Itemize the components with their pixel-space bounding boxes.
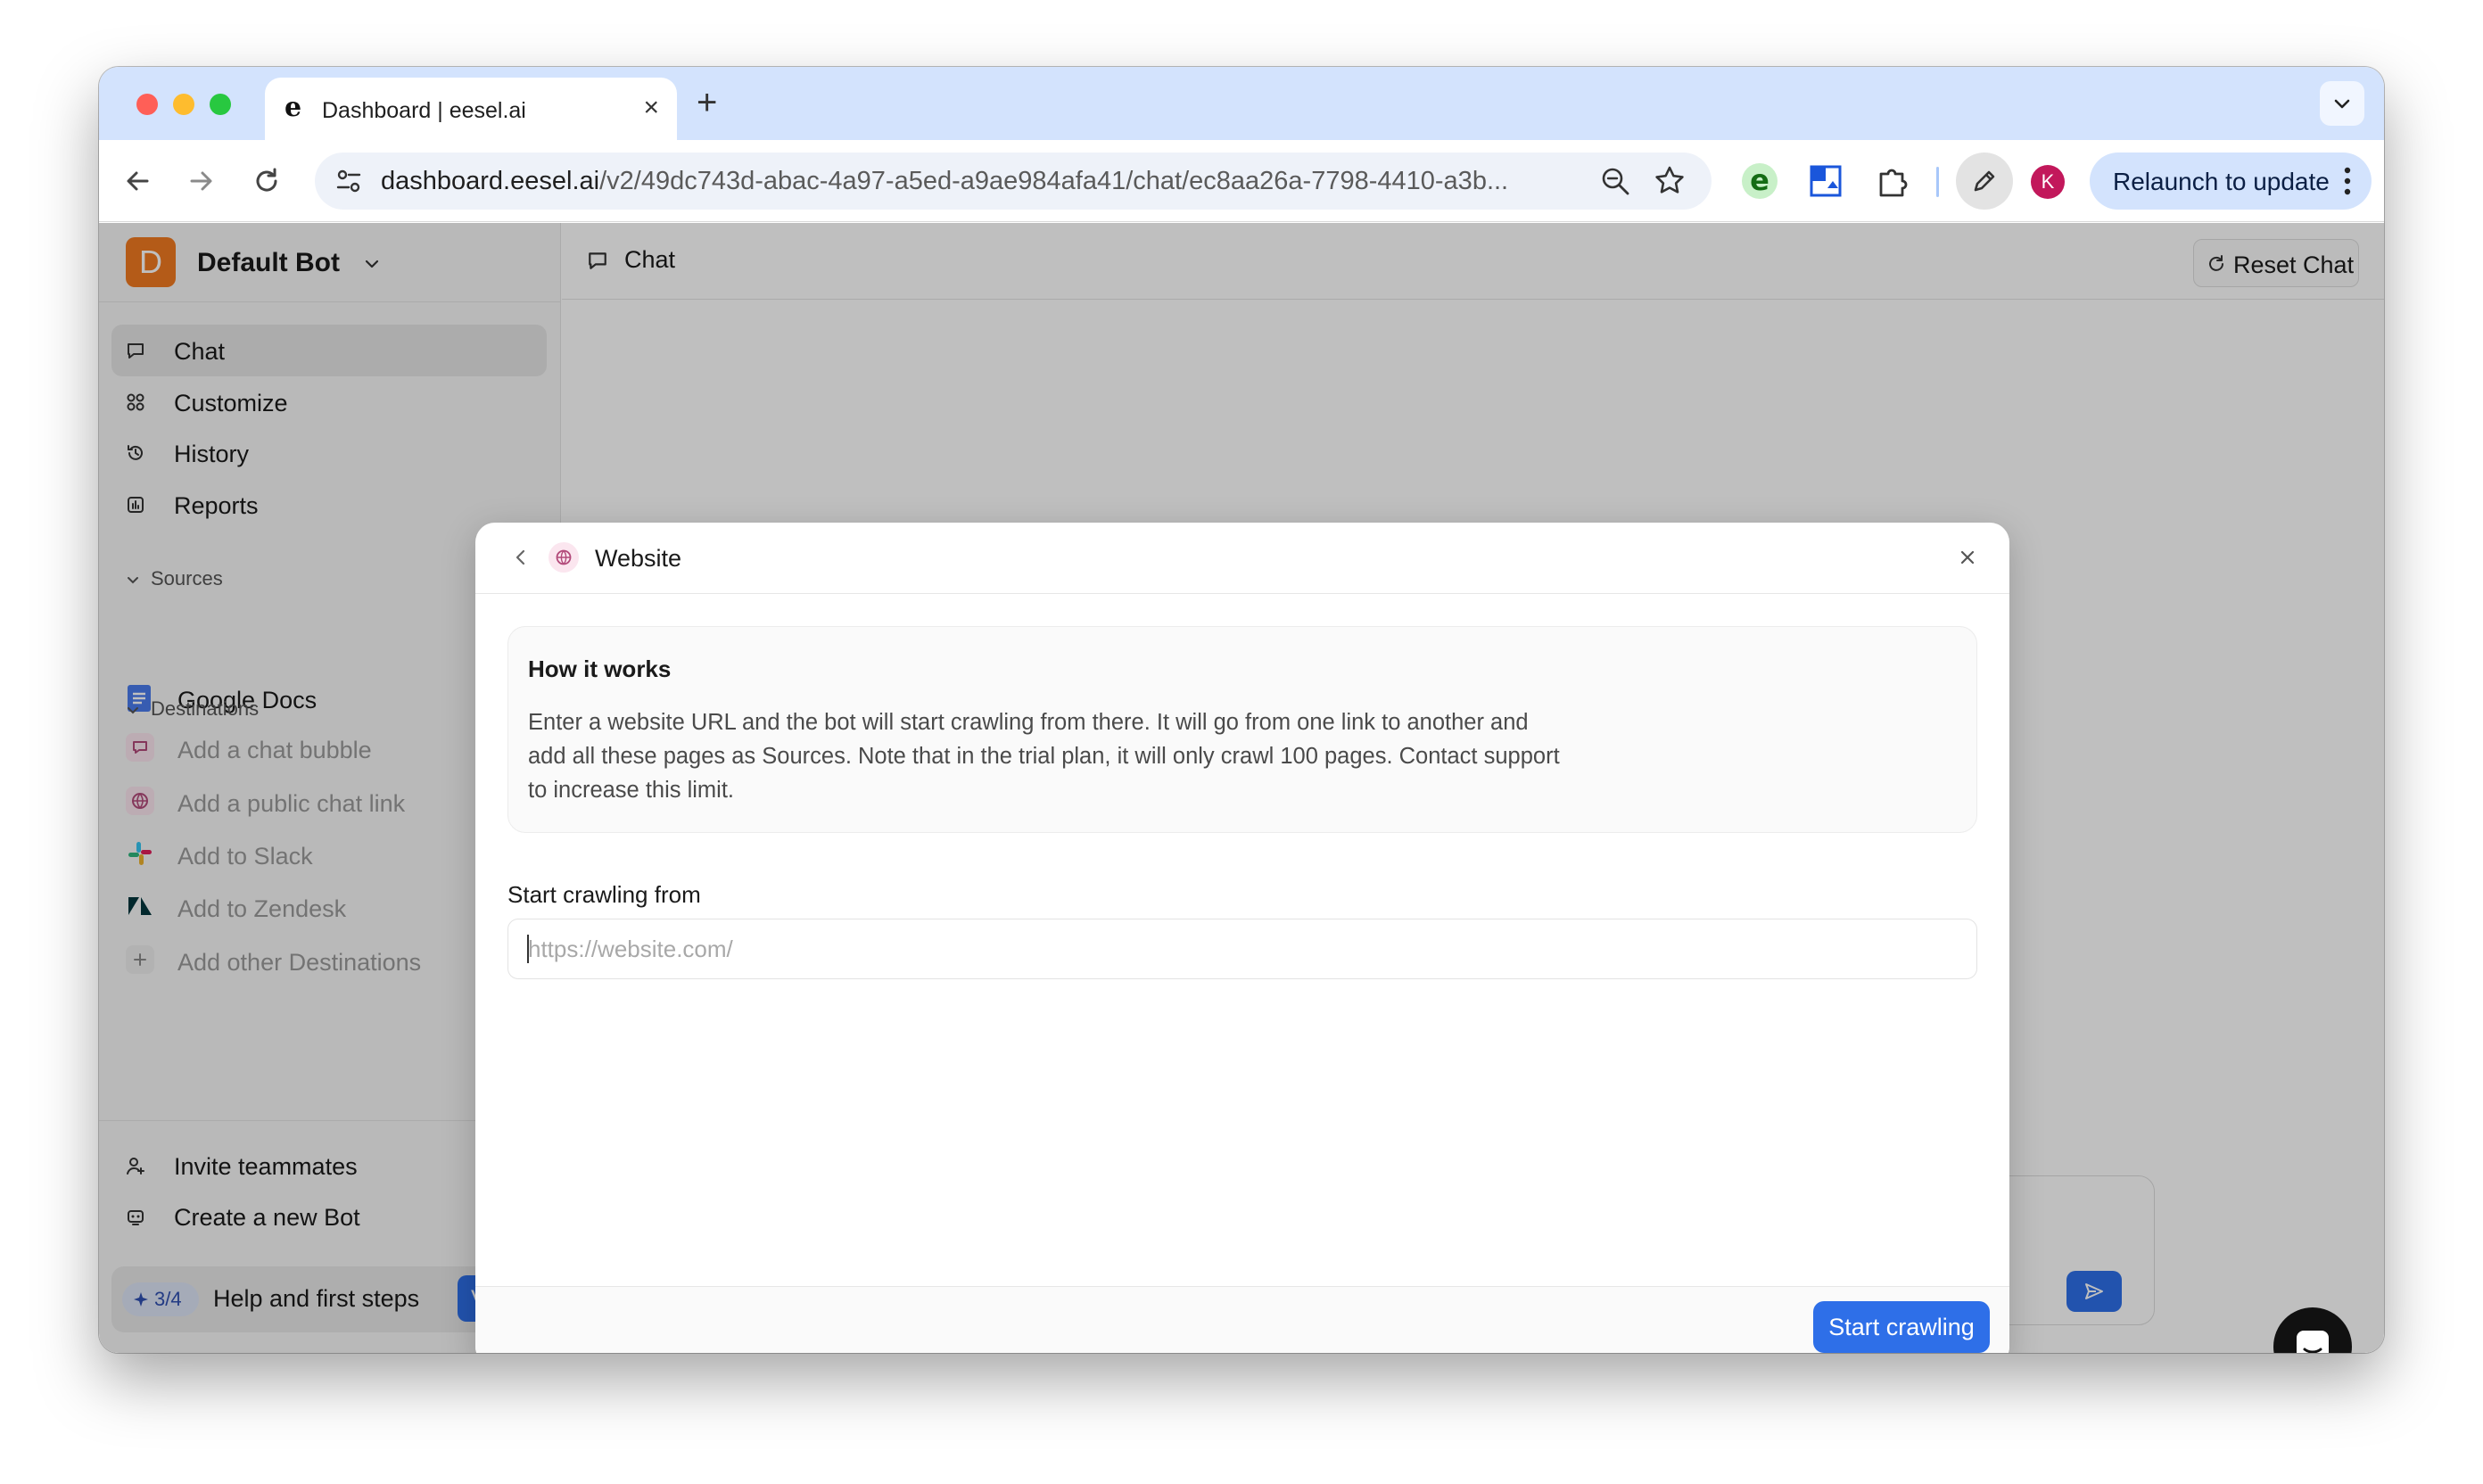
bookmark-star-icon[interactable] [1653,164,1687,198]
url-path: /v2/49dc743d-abac-4a97-a5ed-a9ae984afa41… [599,167,1509,195]
start-url-label: Start crawling from [507,881,701,908]
globe-icon [549,542,579,573]
start-url-input[interactable] [507,919,1977,979]
forward-arrow-icon[interactable] [181,161,220,201]
close-window-button[interactable] [136,94,158,115]
extensions-puzzle-icon[interactable] [1872,161,1911,201]
dialog-footer: Start crawling [475,1286,2009,1353]
pen-icon [1974,170,1995,192]
tab-close-icon[interactable]: × [643,92,659,124]
site-settings-icon[interactable] [334,167,363,195]
tab-title: Dashboard | eesel.ai [322,98,526,123]
info-text: Enter a website URL and the bot will sta… [528,710,1560,803]
dialog-title: Website [595,545,682,572]
website-source-dialog: Website How it works Enter a website URL… [475,523,2009,1353]
start-crawling-button[interactable]: Start crawling [1813,1301,1990,1353]
address-bar[interactable]: dashboard.eesel.ai/v2/49dc743d-abac-4a97… [315,153,1712,210]
back-arrow-icon[interactable] [119,161,158,201]
zoom-icon[interactable] [1599,165,1631,197]
reload-icon[interactable] [247,161,286,201]
screenshot-extension-icon[interactable] [1806,161,1845,201]
profile-avatar[interactable]: K [2031,165,2065,199]
relaunch-button[interactable]: Relaunch to update [2090,153,2372,210]
text-caret [527,935,529,963]
browser-tab[interactable]: e Dashboard | eesel.ai × [265,78,677,140]
toolbar-divider [1936,167,1939,197]
relaunch-label: Relaunch to update [2113,168,2330,195]
tab-strip: e Dashboard | eesel.ai × + [99,67,2384,140]
chat-launcher-icon [2297,1331,2329,1353]
eesel-extension-icon[interactable]: e [1742,163,1778,199]
new-tab-icon[interactable]: + [697,83,717,122]
tab-search-button[interactable] [2320,81,2364,126]
dialog-header: Website [475,523,2009,594]
how-it-works-box: How it works Enter a website URL and the… [507,626,1977,833]
eesel-favicon-icon: e [285,92,302,123]
app-content: D Default Bot Chat Customize History Rep… [99,223,2384,1353]
chevron-left-icon[interactable] [511,548,531,567]
edit-pen-button[interactable] [1956,153,2013,210]
url-host: dashboard.eesel.ai [381,167,600,195]
chevron-down-icon [2334,99,2350,109]
close-icon[interactable] [1958,548,1977,567]
maximize-window-button[interactable] [210,94,231,115]
browser-toolbar: dashboard.eesel.ai/v2/49dc743d-abac-4a97… [99,140,2384,222]
info-title: How it works [528,655,672,682]
browser-window: e Dashboard | eesel.ai × + dashboard.ees… [99,67,2384,1353]
minimize-window-button[interactable] [173,94,194,115]
url-text[interactable]: dashboard.eesel.ai/v2/49dc743d-abac-4a97… [381,167,1576,196]
more-vertical-icon[interactable] [2343,165,2352,197]
